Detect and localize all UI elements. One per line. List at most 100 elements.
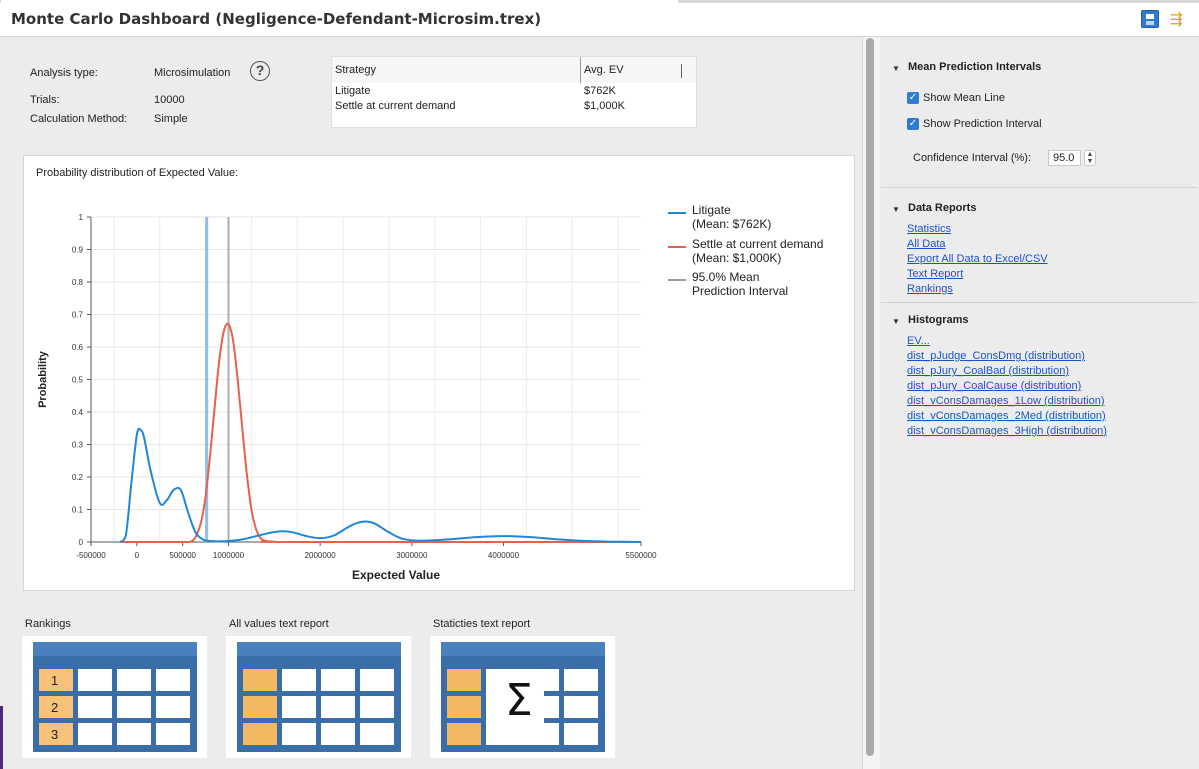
grid-cell — [117, 669, 151, 691]
x-tick-label: -500000 — [76, 551, 106, 560]
show-mean-line-checkbox[interactable]: ✓ — [907, 92, 919, 104]
grid-cell — [78, 723, 112, 745]
x-axis-label: Expected Value — [352, 568, 440, 582]
x-tick-label: 500000 — [169, 551, 196, 560]
col-header-avg-ev[interactable]: Avg. EV — [580, 57, 696, 83]
legend-settle-label: Settle at current demand — [692, 237, 823, 251]
grid-cell — [321, 723, 355, 745]
x-tick-label: 1000000 — [213, 551, 245, 560]
collapse-triangle-icon[interactable]: ▼ — [892, 317, 900, 326]
highlight-cell — [243, 669, 277, 691]
x-tick-label: 0 — [135, 551, 140, 560]
page-title: Monte Carlo Dashboard (Negligence-Defend… — [11, 10, 542, 28]
link-export-csv[interactable]: Export All Data to Excel/CSV — [907, 253, 1048, 265]
row-strategy-litigate[interactable]: Litigate — [335, 85, 370, 97]
highlight-cell — [447, 669, 481, 691]
link-histogram-pjury-coalcause[interactable]: dist_pJury_CoalCause (distribution) — [907, 380, 1081, 392]
save-icon[interactable] — [1141, 10, 1159, 28]
confidence-interval-stepper[interactable]: ▲ ▼ — [1084, 150, 1096, 166]
grid-cell — [282, 669, 316, 691]
rankings-thumb-label: Rankings — [25, 618, 71, 630]
trials-value: 10000 — [154, 94, 185, 106]
grid-cell — [321, 696, 355, 718]
all-values-thumb-label: All values text report — [229, 618, 329, 630]
link-histogram-vconsdamages-3high[interactable]: dist_vConsDamages_3High (distribution) — [907, 425, 1107, 437]
link-rankings[interactable]: Rankings — [907, 283, 953, 295]
col-header-strategy[interactable]: Strategy — [332, 57, 583, 83]
y-tick-label: 1 — [79, 213, 84, 222]
rankings-thumbnail[interactable] — [22, 636, 207, 758]
grid-cell — [78, 696, 112, 718]
y-tick-label: 0.1 — [72, 506, 84, 515]
link-statistics[interactable]: Statistics — [907, 223, 951, 235]
highlight-cell — [447, 723, 481, 745]
link-histogram-ev[interactable]: EV... — [907, 335, 930, 347]
trials-label: Trials: — [30, 94, 60, 106]
legend-settle-label: (Mean: $1,000K) — [692, 251, 781, 265]
y-tick-label: 0.4 — [72, 408, 84, 417]
rank-number-2: 2 — [51, 700, 59, 715]
highlight-cell — [447, 696, 481, 718]
link-text-report[interactable]: Text Report — [907, 268, 963, 280]
x-tick-label: 5500000 — [625, 551, 657, 560]
collapse-triangle-icon[interactable]: ▼ — [892, 64, 900, 73]
mean-intervals-section-title[interactable]: Mean Prediction Intervals — [908, 61, 1041, 73]
link-histogram-vconsdamages-2med[interactable]: dist_vConsDamages_2Med (distribution) — [907, 410, 1106, 422]
link-histogram-vconsdamages-1low[interactable]: dist_vConsDamages_1Low (distribution) — [907, 395, 1104, 407]
data-reports-section-title[interactable]: Data Reports — [908, 202, 976, 214]
x-tick-label: 3000000 — [396, 551, 428, 560]
highlight-cell — [243, 723, 277, 745]
rank-number-1: 1 — [51, 673, 59, 688]
analysis-type-value: Microsimulation — [154, 67, 231, 79]
grid-cell — [156, 669, 190, 691]
link-histogram-pjury-coalbad[interactable]: dist_pJury_CoalBad (distribution) — [907, 365, 1069, 377]
legend-litigate-label: (Mean: $762K) — [692, 217, 771, 231]
calc-method-label: Calculation Method: — [30, 113, 128, 125]
sigma-icon: Σ — [505, 675, 533, 726]
calc-method-value: Simple — [154, 113, 188, 125]
grid-cell — [321, 669, 355, 691]
row-strategy-settle[interactable]: Settle at current demand — [335, 100, 455, 112]
grid-cell — [156, 723, 190, 745]
y-tick-label: 0.7 — [72, 311, 84, 320]
link-histogram-pjudge-consdmg[interactable]: dist_pJudge_ConsDmg (distribution) — [907, 350, 1085, 362]
link-all-data[interactable]: All Data — [907, 238, 946, 250]
window-edge — [0, 706, 3, 769]
row-ev-settle[interactable]: $1,000K — [584, 100, 625, 112]
help-icon[interactable]: ? — [250, 61, 270, 81]
confidence-interval-label: Confidence Interval (%): — [913, 152, 1031, 164]
layout-toggle-icon[interactable]: ⇶ — [1170, 10, 1183, 28]
grid-cell — [564, 696, 598, 718]
confidence-interval-input[interactable]: 95.0 — [1048, 150, 1081, 166]
section-divider — [881, 187, 1197, 188]
rank-number-3: 3 — [51, 727, 59, 742]
ev-distribution-chart-card: Probability distribution of Expected Val… — [23, 155, 855, 591]
grid-cell — [564, 723, 598, 745]
y-tick-label: 0.8 — [72, 278, 84, 287]
show-prediction-interval-checkbox[interactable]: ✓ — [907, 118, 919, 130]
active-tab-indicator — [1, 0, 678, 3]
grid-cell — [156, 696, 190, 718]
show-mean-line-label[interactable]: Show Mean Line — [923, 92, 1005, 104]
x-tick-label: 4000000 — [488, 551, 520, 560]
main-scrollbar-thumb[interactable] — [866, 38, 874, 756]
y-axis-label: Probability — [37, 350, 49, 408]
grid-cell — [78, 669, 112, 691]
highlight-cell — [243, 696, 277, 718]
grid-cell — [117, 696, 151, 718]
analysis-type-label: Analysis type: — [30, 67, 98, 79]
show-prediction-interval-label[interactable]: Show Prediction Interval — [923, 118, 1042, 130]
collapse-triangle-icon[interactable]: ▼ — [892, 205, 900, 214]
column-resizer[interactable] — [681, 64, 682, 78]
litigate-series-line — [119, 427, 642, 543]
legend-litigate-label: Litigate — [692, 203, 731, 217]
ev-distribution-chart: 0 0.1 0.2 0.3 0.4 0.5 0.6 0.7 0.8 0.9 1 -500000 0 500… — [37, 203, 823, 582]
y-tick-label: 0.9 — [72, 246, 84, 255]
section-divider — [881, 302, 1197, 303]
histograms-section-title[interactable]: Histograms — [908, 314, 969, 326]
all-values-thumbnail[interactable] — [226, 636, 411, 758]
statistics-thumb-label: Staticties text report — [433, 618, 531, 630]
grid-cell — [360, 669, 394, 691]
row-ev-litigate[interactable]: $762K — [584, 85, 616, 97]
grid-cell — [282, 696, 316, 718]
